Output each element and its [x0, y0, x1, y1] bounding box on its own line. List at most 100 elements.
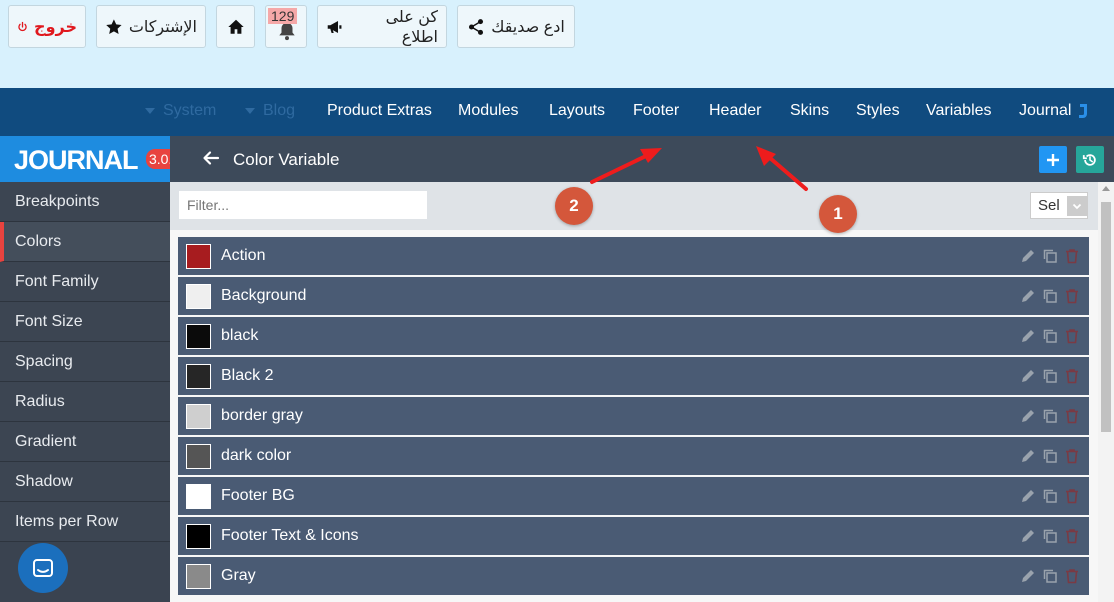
nav-label: Blog	[263, 102, 296, 119]
trash-icon[interactable]	[1064, 328, 1080, 344]
variable-row[interactable]: Action	[178, 237, 1089, 275]
sidebar-item-font-family[interactable]: Font Family	[0, 262, 170, 302]
main-nav: System Blog Product Extras Modules Layou…	[0, 88, 1114, 136]
chat-icon	[33, 559, 53, 577]
sidebar-item-breakpoints[interactable]: Breakpoints	[0, 182, 170, 222]
trash-icon[interactable]	[1064, 408, 1080, 424]
copy-icon[interactable]	[1042, 288, 1058, 304]
pencil-icon[interactable]	[1020, 248, 1036, 264]
megaphone-icon	[327, 20, 342, 33]
color-swatch	[186, 404, 211, 429]
select-all-dropdown[interactable]: Sel	[1030, 192, 1088, 219]
variable-row[interactable]: Gray	[178, 557, 1089, 595]
trash-icon[interactable]	[1064, 368, 1080, 384]
sidebar-item-colors[interactable]: Colors	[0, 222, 170, 262]
color-swatch	[186, 284, 211, 309]
sidebar: JOURNAL 3.0.46 Breakpoints Colors Font F…	[0, 136, 191, 602]
notifications-button[interactable]: 129	[265, 5, 307, 48]
annotation-badge-1: 1	[819, 195, 857, 233]
follow-button[interactable]: كن على اطلاع	[317, 5, 447, 48]
trash-icon[interactable]	[1064, 248, 1080, 264]
filter-bar: Sel	[170, 182, 1098, 230]
select-label: Sel	[1038, 197, 1060, 214]
scroll-thumb[interactable]	[1101, 202, 1111, 432]
chat-button[interactable]	[18, 543, 68, 593]
nav-item-blog[interactable]: Blog	[245, 102, 295, 120]
variable-name: dark color	[221, 447, 292, 464]
caret-down-icon	[145, 107, 155, 114]
nav-item-styles[interactable]: Styles	[856, 102, 900, 120]
trash-icon[interactable]	[1064, 288, 1080, 304]
copy-icon[interactable]	[1042, 488, 1058, 504]
variable-row[interactable]: border gray	[178, 397, 1089, 435]
variable-row[interactable]: Background	[178, 277, 1089, 315]
nav-label: System	[163, 102, 217, 119]
trash-icon[interactable]	[1064, 528, 1080, 544]
subscriptions-button[interactable]: الإشتركات	[96, 5, 206, 48]
home-icon	[227, 19, 244, 34]
sidebar-item-spacing[interactable]: Spacing	[0, 342, 170, 382]
variable-row[interactable]: dark color	[178, 437, 1089, 475]
invite-label: ادع صديقك	[491, 18, 565, 36]
color-swatch	[186, 444, 211, 469]
pencil-icon[interactable]	[1020, 568, 1036, 584]
variable-row[interactable]: Footer BG	[178, 477, 1089, 515]
nav-item-journal[interactable]: Journal	[1019, 102, 1089, 120]
home-button[interactable]	[216, 5, 255, 48]
nav-item-variables[interactable]: Variables	[926, 102, 992, 120]
scroll-up-arrow-icon[interactable]	[1102, 186, 1110, 191]
pencil-icon[interactable]	[1020, 328, 1036, 344]
sidebar-item-items-per-row[interactable]: Items per Row	[0, 502, 170, 542]
page-title: Color Variable	[233, 150, 340, 169]
sidebar-item-gradient[interactable]: Gradient	[0, 422, 170, 462]
pencil-icon[interactable]	[1020, 528, 1036, 544]
sidebar-item-shadow[interactable]: Shadow	[0, 462, 170, 502]
nav-item-header[interactable]: Header	[709, 102, 761, 120]
pencil-icon[interactable]	[1020, 288, 1036, 304]
add-button[interactable]	[1039, 146, 1067, 173]
copy-icon[interactable]	[1042, 248, 1058, 264]
history-button[interactable]	[1076, 146, 1104, 173]
trash-icon[interactable]	[1064, 448, 1080, 464]
variable-name: Footer BG	[221, 487, 295, 504]
nav-item-skins[interactable]: Skins	[790, 102, 829, 120]
copy-icon[interactable]	[1042, 568, 1058, 584]
copy-icon[interactable]	[1042, 408, 1058, 424]
trash-icon[interactable]	[1064, 488, 1080, 504]
nav-item-footer[interactable]: Footer	[633, 102, 679, 120]
logout-button[interactable]: خروج	[8, 5, 86, 48]
nav-item-product-extras[interactable]: Product Extras	[327, 102, 432, 120]
pencil-icon[interactable]	[1020, 408, 1036, 424]
annotation-badge-2: 2	[555, 187, 593, 225]
variable-row[interactable]: Footer Text & Icons	[178, 517, 1089, 555]
nav-item-layouts[interactable]: Layouts	[549, 102, 605, 120]
trash-icon[interactable]	[1064, 568, 1080, 584]
invite-friend-button[interactable]: ادع صديقك	[457, 5, 575, 48]
copy-icon[interactable]	[1042, 328, 1058, 344]
variable-row[interactable]: black	[178, 317, 1089, 355]
pencil-icon[interactable]	[1020, 448, 1036, 464]
scrollbar[interactable]	[1098, 182, 1114, 602]
nav-item-modules[interactable]: Modules	[458, 102, 518, 120]
copy-icon[interactable]	[1042, 448, 1058, 464]
nav-item-system[interactable]: System	[145, 102, 216, 120]
star-icon	[106, 18, 122, 34]
subscriptions-label: الإشتركات	[128, 18, 197, 36]
sidebar-item-font-size[interactable]: Font Size	[0, 302, 170, 342]
color-swatch	[186, 364, 211, 389]
color-swatch	[186, 244, 211, 269]
history-icon	[1082, 153, 1096, 166]
variable-name: Black 2	[221, 367, 274, 384]
variable-name: Action	[221, 247, 266, 264]
follow-label: كن على اطلاع	[385, 8, 438, 46]
sidebar-item-radius[interactable]: Radius	[0, 382, 170, 422]
power-icon	[18, 21, 27, 31]
pencil-icon[interactable]	[1020, 368, 1036, 384]
pencil-icon[interactable]	[1020, 488, 1036, 504]
variable-row[interactable]: Black 2	[178, 357, 1089, 395]
filter-input[interactable]	[179, 191, 427, 219]
back-arrow-icon[interactable]	[202, 149, 220, 167]
color-swatch	[186, 484, 211, 509]
copy-icon[interactable]	[1042, 528, 1058, 544]
copy-icon[interactable]	[1042, 368, 1058, 384]
